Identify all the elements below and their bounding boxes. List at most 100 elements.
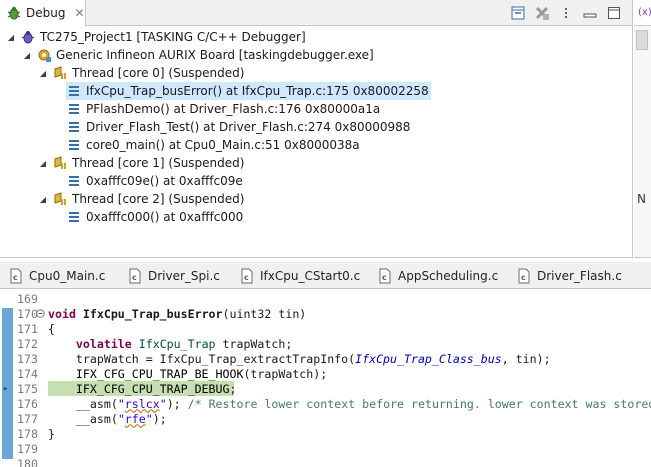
code-text: volatile IfxCpu_Trap trapWatch;: [75, 336, 293, 351]
stack-frame-icon: [66, 209, 82, 225]
tree-item-thread-core0[interactable]: ◢ Thread [core 0] (Suspended): [38, 64, 245, 82]
tab-label: AppScheduling.c: [398, 268, 499, 283]
debug-tree: ◢ TC275_Project1 [TASKING C/C++ Debugger…: [0, 26, 632, 257]
tree-item-label: 0xafffc000() at 0xafffc000: [86, 210, 244, 224]
code-line[interactable]: 179: [0, 441, 651, 456]
line-number: 178: [17, 426, 38, 441]
tree-item-label: TC275_Project1 [TASKING C/C++ Debugger]: [40, 30, 306, 44]
tab-driver-spi[interactable]: c Driver_Spi.c: [127, 262, 231, 289]
line-number: 173: [17, 351, 38, 366]
code-text: }: [48, 426, 55, 441]
code-line[interactable]: 171 {: [0, 321, 651, 336]
tree-item-frame-pflash[interactable]: PFlashDemo() at Driver_Flash.c:176 0x800…: [66, 100, 380, 118]
debug-bug-icon: [6, 5, 22, 21]
c-file-icon: c: [127, 268, 143, 284]
tab-driver-flash[interactable]: c Driver_Flash.c: [516, 262, 636, 289]
line-number: 176: [17, 396, 38, 411]
tree-item-frame-flashtest[interactable]: Driver_Flash_Test() at Driver_Flash.c:27…: [66, 118, 410, 136]
maximize-icon[interactable]: [606, 5, 622, 21]
minimize-icon[interactable]: [582, 5, 598, 21]
line-number: 171: [17, 321, 38, 336]
code-line[interactable]: 176 __asm("rslcx"); /* Restore lower con…: [0, 396, 651, 411]
tree-item-label: Thread [core 1] (Suspended): [72, 156, 245, 170]
editor-tabbar: c Cpu0_Main.c c Driver_Spi.c c IfxCpu_CS…: [0, 262, 651, 289]
stack-frame-icon: [66, 173, 82, 189]
code-editor[interactable]: 169 170 void IfxCpu_Trap_busError(uint32…: [0, 289, 651, 467]
line-number: 177: [17, 411, 38, 426]
tree-item-label: 0xafffc09e() at 0xafffc09e: [86, 174, 243, 188]
remove-terminated-icon[interactable]: [534, 5, 550, 21]
debug-tabbar: Debug ✕: [0, 0, 632, 26]
tab-label: Driver_Spi.c: [148, 268, 220, 283]
tree-item-frame-core0main[interactable]: core0_main() at Cpu0_Main.c:51 0x8000038…: [66, 136, 360, 154]
tab-label: Driver_Flash.c: [537, 268, 622, 283]
collapse-all-icon[interactable]: [510, 5, 526, 21]
code-text: IFX_CFG_CPU_TRAP_DEBUG;: [75, 381, 237, 396]
launch-config-icon: [20, 29, 36, 45]
code-text: __asm("rfe");: [48, 411, 167, 426]
code-text: {: [48, 321, 55, 336]
instruction-pointer-icon: ▸: [3, 383, 9, 394]
variables-column-letter: N: [637, 192, 646, 206]
tree-item-target[interactable]: ◢ Generic Infineon AURIX Board [taskingd…: [22, 46, 374, 64]
code-text: void IfxCpu_Trap_busError(uint32 tin): [48, 306, 307, 321]
debug-target-icon: [36, 47, 52, 63]
svg-text:c: c: [244, 273, 249, 282]
variables-view: (x)= N: [634, 0, 651, 258]
code-line[interactable]: 177 __asm("rfe");: [0, 411, 651, 426]
tree-item-label: Thread [core 0] (Suspended): [72, 66, 245, 80]
fold-collapse-icon[interactable]: [35, 308, 45, 318]
debug-view: Debug ✕ ◢ TC275_Project1 [TASKING C/C++ …: [0, 0, 633, 258]
expanded-arrow-icon[interactable]: ◢: [38, 159, 48, 168]
code-text: IFX_CFG_CPU_TRAP_BE_HOOK(trapWatch);: [75, 366, 328, 381]
code-line[interactable]: 180: [0, 456, 651, 467]
tab-label: IfxCpu_CStart0.c: [260, 268, 361, 283]
view-menu-icon[interactable]: [558, 5, 574, 21]
c-file-icon: c: [516, 268, 532, 284]
tree-item-frame-core1[interactable]: 0xafffc09e() at 0xafffc09e: [66, 172, 243, 190]
tab-appscheduling[interactable]: c AppScheduling.c: [377, 262, 507, 289]
c-file-icon: c: [8, 268, 24, 284]
tree-item-label: PFlashDemo() at Driver_Flash.c:176 0x800…: [86, 102, 381, 116]
expanded-arrow-icon[interactable]: ◢: [22, 51, 32, 60]
line-number: 180: [17, 456, 38, 467]
code-line[interactable]: 173 trapWatch = IfxCpu_Trap_extractTrapI…: [0, 351, 651, 366]
line-number: 174: [17, 366, 38, 381]
tab-ifxcpu-cstart0[interactable]: c IfxCpu_CStart0.c: [239, 262, 371, 289]
svg-text:c: c: [521, 273, 526, 282]
debug-tab-label: Debug: [26, 6, 66, 20]
tree-item-label: Generic Infineon AURIX Board [taskingdeb…: [56, 48, 374, 62]
code-line[interactable]: 169: [0, 291, 651, 306]
debug-tab[interactable]: Debug ✕: [0, 0, 86, 26]
variables-scrollbar[interactable]: [636, 30, 648, 50]
code-text: trapWatch = IfxCpu_Trap_extractTrapInfo(…: [48, 351, 551, 366]
line-number: 179: [17, 441, 38, 456]
tree-item-label: Thread [core 2] (Suspended): [72, 192, 245, 206]
expanded-arrow-icon[interactable]: ◢: [38, 69, 48, 78]
thread-suspended-icon: [52, 65, 68, 81]
code-line[interactable]: 178 }: [0, 426, 651, 441]
svg-text:c: c: [132, 273, 137, 282]
tab-cpu0-main[interactable]: c Cpu0_Main.c: [8, 262, 120, 289]
debug-toolbar: [510, 5, 622, 21]
variables-tab[interactable]: (x)=: [634, 0, 651, 26]
tree-item-thread-core1[interactable]: ◢ Thread [core 1] (Suspended): [38, 154, 245, 172]
close-icon[interactable]: ✕: [74, 6, 84, 20]
tree-item-label: Driver_Flash_Test() at Driver_Flash.c:27…: [86, 120, 411, 134]
thread-suspended-icon: [52, 155, 68, 171]
tree-item-launch[interactable]: ◢ TC275_Project1 [TASKING C/C++ Debugger…: [6, 28, 306, 46]
code-line[interactable]: 170 void IfxCpu_Trap_busError(uint32 tin…: [0, 306, 651, 321]
code-line[interactable]: 174 IFX_CFG_CPU_TRAP_BE_HOOK(trapWatch);: [0, 366, 651, 381]
tree-item-frame-trap[interactable]: IfxCpu_Trap_busError() at IfxCpu_Trap.c:…: [66, 82, 431, 100]
stack-frame-icon: [66, 137, 82, 153]
current-code-line[interactable]: ▸ 175 IFX_CFG_CPU_TRAP_DEBUG;: [0, 381, 651, 396]
line-number: 175: [17, 381, 38, 396]
svg-text:c: c: [13, 273, 18, 282]
tree-item-thread-core2[interactable]: ◢ Thread [core 2] (Suspended): [38, 190, 245, 208]
thread-suspended-icon: [52, 191, 68, 207]
expanded-arrow-icon[interactable]: ◢: [38, 195, 48, 204]
tree-item-frame-core2[interactable]: 0xafffc000() at 0xafffc000: [66, 208, 243, 226]
code-line[interactable]: 172 volatile IfxCpu_Trap trapWatch;: [0, 336, 651, 351]
stack-frame-icon: [66, 83, 82, 99]
expanded-arrow-icon[interactable]: ◢: [6, 33, 16, 42]
